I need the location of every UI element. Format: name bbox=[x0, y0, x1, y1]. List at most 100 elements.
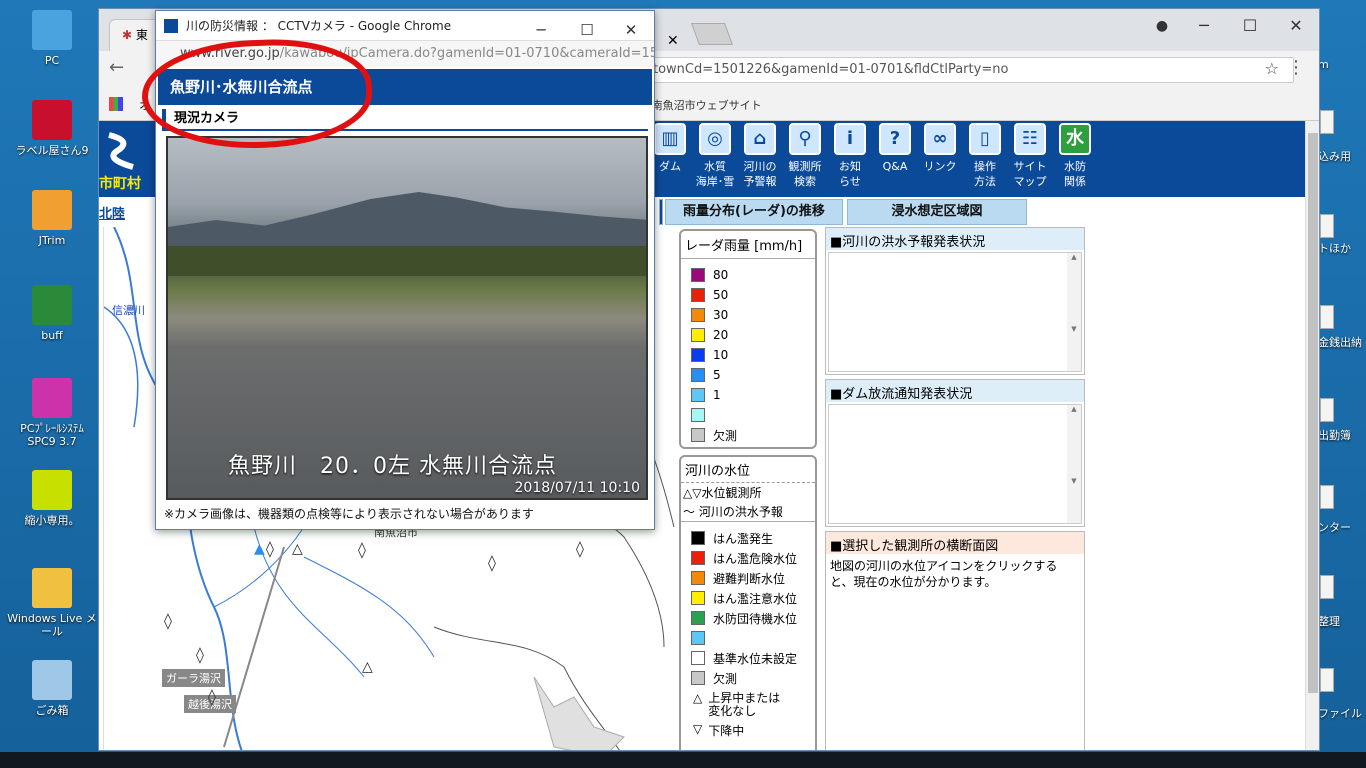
address-bar[interactable]: townCd=1501226&gamenId=01-0701&fldCtlPar… bbox=[644, 57, 1294, 83]
nav-item[interactable]: ? Q&A bbox=[874, 121, 916, 197]
minimize-button[interactable]: ─ bbox=[526, 15, 556, 39]
desktop-label: 金銭出納 bbox=[1318, 336, 1362, 349]
camera-mountains bbox=[168, 192, 646, 248]
house-alert-icon: ⌂ bbox=[744, 123, 776, 155]
legend-row: 20 bbox=[681, 325, 815, 345]
rain-gauge-icon[interactable]: ◊ bbox=[164, 611, 172, 630]
bookmark-item[interactable]: ◼ 南魚沼市ウェブサイト bbox=[639, 97, 762, 113]
desktop-icon[interactable]: buff bbox=[6, 285, 98, 342]
nav-item[interactable]: ▯ 操作 方法 bbox=[964, 121, 1006, 197]
legend-swatch bbox=[691, 288, 705, 302]
water-level-station-icon[interactable]: ▲ bbox=[254, 541, 265, 557]
forecast-legend: 〜 河川の洪水予報 bbox=[681, 502, 815, 522]
desktop-icon[interactable]: PC bbox=[6, 10, 98, 67]
desktop-icon-label: ラベル屋さん9 bbox=[15, 144, 89, 157]
breadcrumb[interactable]: 北陸 bbox=[99, 203, 125, 222]
legend-swatch bbox=[691, 631, 705, 645]
desktop-file-icon[interactable] bbox=[1320, 305, 1334, 329]
legend-label: 避難判断水位 bbox=[713, 571, 786, 586]
desktop-icon[interactable]: JTrim bbox=[6, 190, 98, 247]
maximize-button[interactable]: ☐ bbox=[1235, 15, 1265, 39]
legend-row: 避難判断水位 bbox=[681, 568, 815, 588]
flood-forecast-list[interactable]: ▲ ▼ bbox=[828, 252, 1082, 372]
page-scrollbar[interactable] bbox=[1305, 121, 1319, 750]
legend-row: 基準水位未設定 bbox=[681, 648, 815, 668]
menu-icon[interactable]: ⋮ bbox=[1287, 57, 1305, 78]
tab-radar[interactable]: 雨量分布(レーダ)の推移 bbox=[665, 199, 843, 225]
desktop-icon[interactable]: ごみ箱 bbox=[6, 660, 98, 717]
scrollbar[interactable]: ▲ ▼ bbox=[1067, 253, 1081, 371]
popup-titlebar: 川の防災情報 ： CCTVカメラ - Google Chrome ─ ☐ ✕ bbox=[156, 11, 654, 41]
legend-swatch bbox=[691, 368, 705, 382]
nav-item[interactable]: ⚲ 観測所 検索 bbox=[784, 121, 826, 197]
nav-item[interactable]: 水水防 関係 bbox=[1054, 121, 1096, 197]
desktop-icon[interactable]: 縮小専用。 bbox=[6, 470, 98, 527]
profile-icon[interactable]: ● bbox=[1147, 15, 1177, 39]
nav-item[interactable]: ∞ リンク bbox=[919, 121, 961, 197]
tab-close-icon[interactable]: ✕ bbox=[667, 33, 679, 49]
desktop-file-icon[interactable] bbox=[1320, 398, 1334, 422]
cctv-camera-image: 魚野川 20．0左 水無川合流点 2018/07/11 10:10 bbox=[166, 136, 648, 500]
nav-item-label: ダム bbox=[659, 160, 681, 173]
nav-item-label: サイト マップ bbox=[1013, 160, 1047, 188]
desktop-icon-label: buff bbox=[41, 329, 63, 342]
desktop-file-icon[interactable] bbox=[1320, 575, 1334, 599]
new-tab-button[interactable] bbox=[690, 23, 734, 45]
rain-gauge-icon[interactable]: ◊ bbox=[208, 687, 216, 706]
water-level-station-icon[interactable]: △ bbox=[362, 659, 373, 675]
rain-gauge-icon[interactable]: ◊ bbox=[576, 539, 584, 558]
rain-gauge-icon[interactable]: ◊ bbox=[196, 645, 204, 664]
link-icon: ∞ bbox=[924, 123, 956, 155]
legend-row: 5 bbox=[681, 365, 815, 385]
desktop-label: ンター bbox=[1318, 521, 1351, 534]
back-icon[interactable]: ← bbox=[109, 57, 124, 78]
nav-item[interactable]: ⌂ 河川の 予警報 bbox=[739, 121, 781, 197]
radar-legend: レーダ雨量 [mm/h] 80 50 30 20 10 5 1 欠測 bbox=[679, 229, 817, 449]
desktop-label: ファイル bbox=[1318, 707, 1362, 720]
legend-label: 欠測 bbox=[713, 671, 738, 686]
legend-swatch bbox=[691, 551, 705, 565]
minimize-button[interactable]: ─ bbox=[1189, 15, 1219, 39]
desktop-icon[interactable]: ラベル屋さん9 bbox=[6, 100, 98, 157]
close-button[interactable]: ✕ bbox=[1281, 15, 1311, 39]
desktop-icon-label: JTrim bbox=[38, 234, 66, 247]
dam-release-list[interactable]: ▲ ▼ bbox=[828, 404, 1082, 524]
desktop-icon[interactable]: Windows Live メール bbox=[6, 568, 98, 638]
nav-item[interactable]: ☷ サイト マップ bbox=[1009, 121, 1051, 197]
nav-item[interactable]: ▥ ダム bbox=[649, 121, 691, 197]
desktop-file-icon[interactable] bbox=[1320, 668, 1334, 692]
nav-item[interactable]: ◎ 水質 海岸･雪 bbox=[694, 121, 736, 197]
desktop-file-icon[interactable] bbox=[1320, 214, 1334, 238]
city-label: 市町村 bbox=[99, 176, 141, 192]
scrollbar-thumb[interactable] bbox=[1308, 133, 1318, 693]
legend-label: 欠測 bbox=[713, 428, 738, 443]
nav-item-label: 河川の 予警報 bbox=[743, 160, 777, 188]
bookmark-star-icon[interactable]: ☆ bbox=[1265, 59, 1279, 78]
legend-label: はん濫危険水位 bbox=[713, 551, 798, 566]
apps-icon[interactable] bbox=[109, 97, 123, 111]
desktop-icon[interactable]: PCﾌﾟﾚｰﾙｼｽﾃﾑ SPC9 3.7 bbox=[6, 378, 98, 448]
legend-swatch bbox=[691, 591, 705, 605]
rain-gauge-icon[interactable]: ◊ bbox=[358, 540, 366, 559]
scrollbar[interactable]: ▲ ▼ bbox=[1067, 405, 1081, 523]
flood-forecast-title: ■河川の洪水予報発表状況 bbox=[826, 228, 1084, 250]
legend-row: 10 bbox=[681, 345, 815, 365]
desktop-file-icon[interactable] bbox=[1320, 485, 1334, 509]
legend-row: 欠測 bbox=[681, 425, 815, 445]
maximize-button[interactable]: ☐ bbox=[572, 15, 602, 39]
falling-label: 下降中 bbox=[708, 724, 745, 738]
rising-label: 上昇中または 変化なし bbox=[708, 691, 781, 718]
rain-gauge-icon[interactable]: ◊ bbox=[488, 553, 496, 572]
close-button[interactable]: ✕ bbox=[616, 15, 646, 39]
river-legend-title: 河川の水位 bbox=[681, 457, 815, 483]
tab-inundation[interactable]: 浸水想定区域図 bbox=[847, 199, 1027, 225]
legend-swatch bbox=[691, 328, 705, 342]
suibou-icon: 水 bbox=[1059, 123, 1091, 155]
rain-gauge-icon[interactable]: ◊ bbox=[266, 539, 274, 558]
legend-swatch bbox=[691, 571, 705, 585]
legend-label: 水防団待機水位 bbox=[713, 611, 798, 626]
water-level-station-icon[interactable]: △ bbox=[292, 541, 303, 557]
tab-title: 東 bbox=[135, 28, 148, 42]
desktop-file-icon[interactable] bbox=[1320, 110, 1334, 134]
nav-item[interactable]: i お知 らせ bbox=[829, 121, 871, 197]
